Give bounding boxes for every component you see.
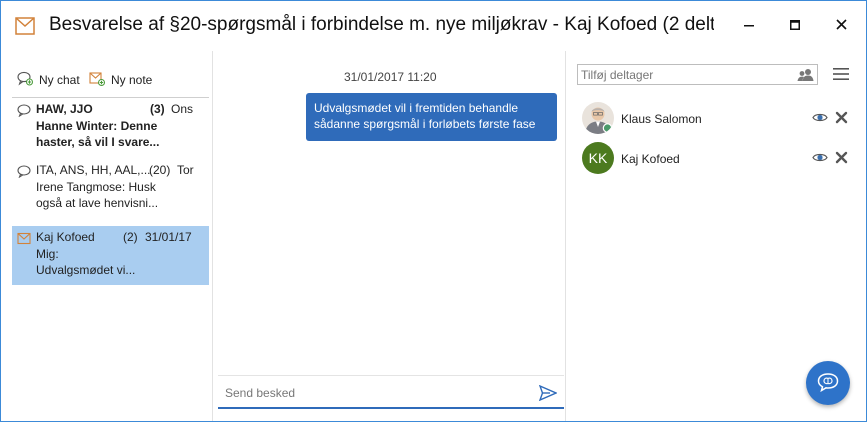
participant-item: KK Kaj Kofoed <box>582 142 852 174</box>
message-timestamp: 31/01/2017 11:20 <box>344 70 437 84</box>
conversation-participants: HAW, JJO <box>36 102 93 116</box>
window-title: Besvarelse af §20-spørgsmål i forbindels… <box>49 14 714 35</box>
chat-add-icon <box>17 71 39 89</box>
maximize-button[interactable] <box>781 13 809 39</box>
title-bar: Besvarelse af §20-spørgsmål i forbindels… <box>1 1 866 51</box>
menu-icon[interactable] <box>832 66 850 82</box>
remove-participant-icon[interactable] <box>835 151 848 167</box>
new-note-button[interactable]: Ny note <box>89 71 152 89</box>
conversation-count: (3) <box>150 102 165 116</box>
add-participant-input[interactable] <box>581 67 791 83</box>
new-note-label: Ny note <box>111 73 153 87</box>
minimize-icon <box>744 19 754 33</box>
avatar <box>582 102 614 134</box>
note-add-icon <box>89 71 111 89</box>
participant-name: Klaus Salomon <box>621 112 702 126</box>
conversation-item[interactable]: ITA, ANS, HH, AAL,... (20) Tor Irene Tan… <box>12 159 209 226</box>
avatar-initials: KK <box>588 150 608 166</box>
conversation-panel: Ny chat Ny note HAW, JJO (3) Ons Hanne W… <box>1 51 213 421</box>
minimize-button[interactable] <box>735 13 763 39</box>
participant-item: Klaus Salomon <box>582 102 852 134</box>
conversation-preview: Mig: <box>36 247 59 261</box>
conversation-date: Ons <box>171 102 194 116</box>
conversation-item-selected[interactable]: Kaj Kofoed (2) 31/01/17 Mig: Udvalgsmøde… <box>12 226 209 285</box>
brain-chat-icon <box>817 372 839 395</box>
conversation-date: Tor <box>177 163 194 177</box>
eye-icon[interactable] <box>812 112 828 126</box>
message-input[interactable] <box>225 383 525 403</box>
participant-name: Kaj Kofoed <box>621 152 680 166</box>
close-button[interactable] <box>827 13 855 39</box>
message-bubble: Udvalgsmødet vil i fremtiden behandle så… <box>306 93 557 141</box>
maximize-icon <box>790 19 800 33</box>
add-people-icon[interactable] <box>797 68 814 85</box>
new-chat-label: Ny chat <box>39 73 80 87</box>
send-icon[interactable] <box>538 384 558 402</box>
message-composer <box>218 377 564 409</box>
conversation-participants: Kaj Kofoed <box>36 230 95 244</box>
conversation-count: (20) <box>149 163 171 177</box>
chat-fab-button[interactable] <box>806 361 850 405</box>
conversation-actions: Ny chat Ny note <box>1 51 213 97</box>
conversation-list: HAW, JJO (3) Ons Hanne Winter: Denne has… <box>12 97 209 285</box>
envelope-icon <box>17 232 31 248</box>
conversation-preview: Udvalgsmødet vi... <box>36 263 136 277</box>
message-text: Udvalgsmødet vil i fremtiden behandle <box>314 101 519 115</box>
add-participant-box <box>577 64 818 85</box>
message-text: sådanne spørgsmål i forløbets første fas… <box>314 117 536 131</box>
new-chat-button[interactable]: Ny chat <box>17 71 80 89</box>
conversation-preview: haster, så vil I svare... <box>36 135 160 149</box>
conversation-preview: også at lave henvisni... <box>36 196 159 210</box>
conversation-date: 31/01/17 <box>145 230 192 244</box>
conversation-item[interactable]: HAW, JJO (3) Ons Hanne Winter: Denne has… <box>12 98 209 159</box>
conversation-participants: ITA, ANS, HH, AAL,... <box>36 163 151 177</box>
chat-bubble-icon <box>17 104 31 120</box>
close-icon <box>835 19 847 33</box>
divider <box>218 375 564 376</box>
eye-icon[interactable] <box>812 152 828 166</box>
avatar: KK <box>582 142 614 174</box>
chat-window: Besvarelse af §20-spørgsmål i forbindels… <box>0 0 867 422</box>
envelope-icon <box>15 17 35 35</box>
conversation-count: (2) <box>123 230 138 244</box>
conversation-preview: Hanne Winter: Denne <box>36 119 158 133</box>
conversation-preview: Irene Tangmose: Husk <box>36 180 156 194</box>
message-panel: 31/01/2017 11:20 Udvalgsmødet vil i frem… <box>214 51 564 421</box>
remove-participant-icon[interactable] <box>835 111 848 127</box>
chat-bubble-icon <box>17 165 31 181</box>
